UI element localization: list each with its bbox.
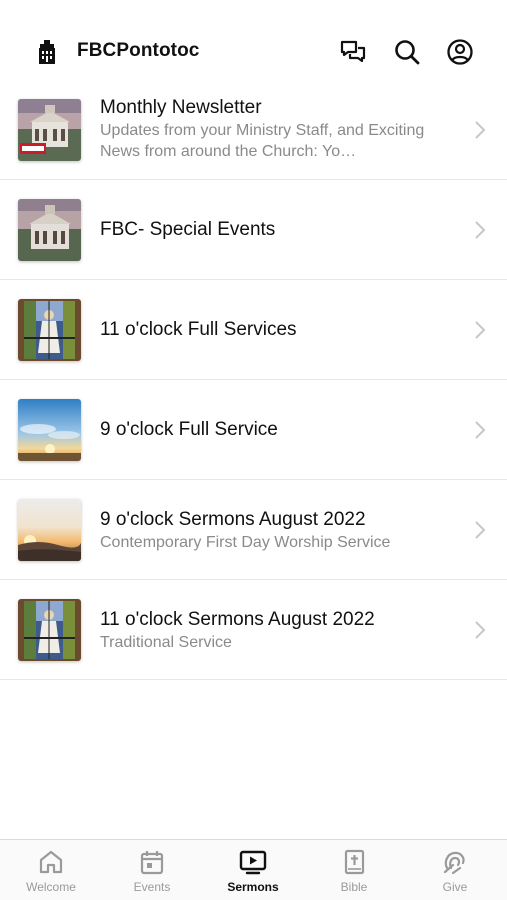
- list-item[interactable]: Monthly Newsletter Updates from your Min…: [0, 80, 507, 180]
- item-title: 9 o'clock Full Service: [100, 419, 278, 440]
- app-title: FBCPontotoc: [77, 40, 200, 61]
- church-logo-icon: [37, 39, 57, 64]
- sermon-list: Monthly Newsletter Updates from your Min…: [0, 80, 507, 680]
- home-icon: [6, 848, 96, 876]
- chevron-right-icon: [473, 319, 487, 341]
- chevron-right-icon: [473, 619, 487, 641]
- list-item[interactable]: 9 o'clock Full Service: [0, 380, 507, 480]
- thumbnail-church-building: [18, 199, 81, 261]
- thumbnail-church-building: [18, 99, 81, 161]
- tab-give[interactable]: Give: [410, 848, 500, 894]
- item-subtitle: Contemporary First Day Worship Service: [100, 534, 391, 551]
- list-item[interactable]: FBC- Special Events: [0, 180, 507, 280]
- tv-play-icon: [208, 848, 298, 876]
- tab-bar: Welcome Events Sermons Bible Give: [0, 839, 507, 900]
- item-title: 11 o'clock Full Services: [100, 319, 297, 340]
- chevron-right-icon: [473, 419, 487, 441]
- item-title: Monthly Newsletter: [100, 97, 262, 118]
- tab-sermons[interactable]: Sermons: [208, 848, 298, 894]
- list-item[interactable]: 11 o'clock Sermons August 2022 Tradition…: [0, 580, 507, 680]
- item-subtitle: Updates from your Ministry Staff, and Ex…: [100, 122, 425, 160]
- list-item[interactable]: 9 o'clock Sermons August 2022 Contempora…: [0, 480, 507, 580]
- thumbnail-stained-glass: [18, 599, 81, 661]
- thumbnail-stained-glass: [18, 299, 81, 361]
- tab-label: Sermons: [227, 880, 279, 894]
- give-icon: [410, 848, 500, 876]
- tab-welcome[interactable]: Welcome: [6, 848, 96, 894]
- tab-label: Events: [133, 880, 171, 894]
- account-icon[interactable]: [446, 38, 474, 66]
- list-item[interactable]: 11 o'clock Full Services: [0, 280, 507, 380]
- chat-icon[interactable]: [339, 38, 367, 66]
- tab-events[interactable]: Events: [107, 848, 197, 894]
- search-icon[interactable]: [393, 38, 421, 66]
- item-title: FBC- Special Events: [100, 219, 276, 240]
- calendar-icon: [107, 848, 197, 876]
- tab-bible[interactable]: Bible: [309, 848, 399, 894]
- chevron-right-icon: [473, 219, 487, 241]
- tab-label: Give: [442, 880, 468, 894]
- chevron-right-icon: [473, 519, 487, 541]
- thumbnail-sunset-horizon: [18, 499, 81, 561]
- chevron-right-icon: [473, 119, 487, 141]
- thumbnail-sunrise-sky: [18, 399, 81, 461]
- tab-label: Bible: [340, 880, 368, 894]
- app-header: FBCPontotoc: [0, 0, 507, 90]
- bible-icon: [309, 848, 399, 876]
- item-subtitle: Traditional Service: [100, 634, 232, 651]
- tab-label: Welcome: [26, 880, 76, 894]
- item-title: 9 o'clock Sermons August 2022: [100, 509, 366, 530]
- item-title: 11 o'clock Sermons August 2022: [100, 609, 375, 630]
